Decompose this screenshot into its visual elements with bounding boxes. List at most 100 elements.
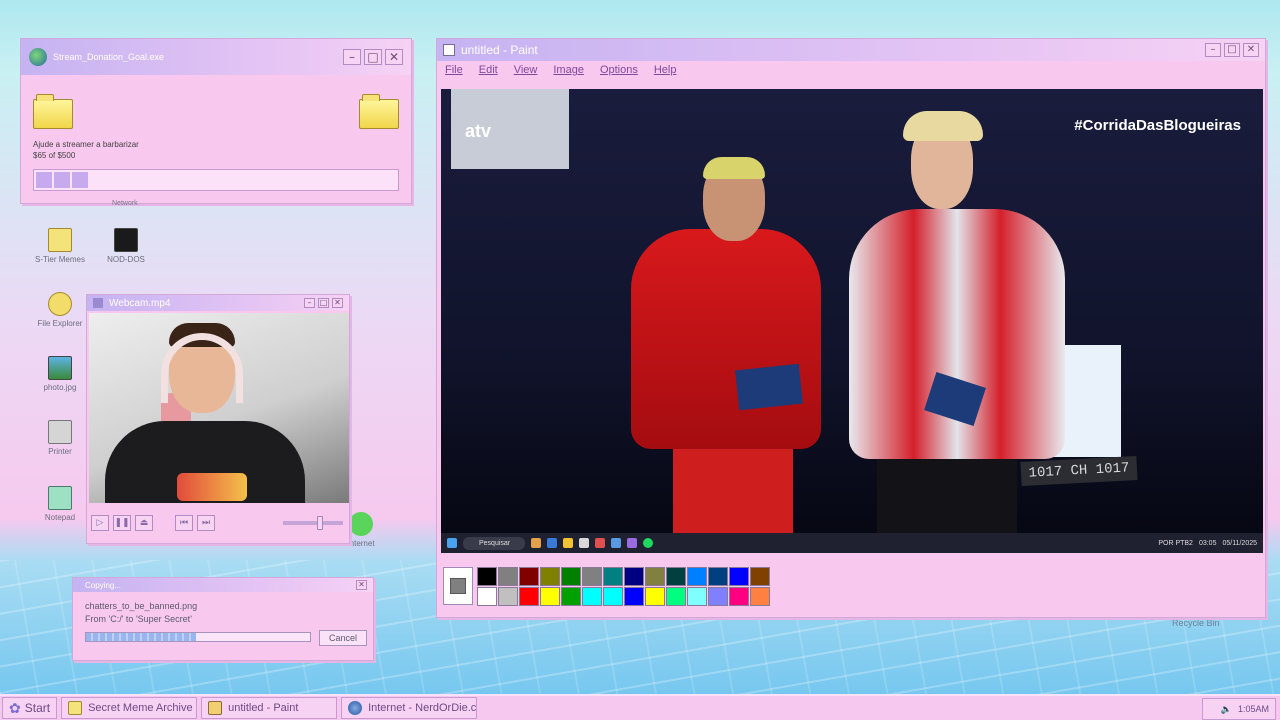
close-button[interactable]: ✕ (356, 580, 367, 590)
previous-button[interactable]: ⏮ (175, 515, 193, 531)
desktop-icon-label: Internet (347, 539, 375, 548)
color-swatch[interactable] (477, 587, 497, 606)
network-icon-label: Network (112, 200, 138, 207)
maximize-button[interactable]: □ (318, 298, 329, 308)
donation-progress-bar (33, 169, 399, 191)
stage-plate-text: 1017 CH 1017 (1028, 460, 1130, 482)
start-button[interactable]: ✿ Start (2, 697, 58, 719)
color-swatch[interactable] (582, 567, 602, 586)
color-swatch[interactable] (540, 567, 560, 586)
current-color[interactable] (443, 567, 473, 605)
color-swatch[interactable] (645, 567, 665, 586)
color-swatch[interactable] (561, 587, 581, 606)
color-swatch[interactable] (687, 587, 707, 606)
task-internet[interactable]: Internet - NerdOrDie.com (341, 697, 478, 719)
taskbar-app-icon (563, 538, 573, 548)
color-swatch[interactable] (729, 567, 749, 586)
color-swatch[interactable] (666, 587, 686, 606)
desktop-icon-s-tier-memes[interactable]: S-Tier Memes (29, 228, 91, 264)
desktop-icon-label: S-Tier Memes (35, 255, 85, 264)
pause-button[interactable]: ❚❚ (113, 515, 131, 531)
desktop-icon-nod-dos[interactable]: NOD-DOS (95, 228, 157, 264)
maximize-button[interactable]: □ (364, 49, 382, 65)
host-right-jacket (849, 209, 1065, 459)
volume-slider[interactable] (283, 516, 343, 530)
menu-edit[interactable]: Edit (479, 64, 498, 76)
color-swatch[interactable] (498, 587, 518, 606)
taskbar-app-icon (627, 538, 637, 548)
webcam-titlebar[interactable]: Webcam.mp4 – □ ✕ (87, 295, 349, 311)
color-swatch[interactable] (582, 587, 602, 606)
notepad-icon (48, 486, 72, 510)
desktop-icon-printer[interactable]: Printer (29, 420, 91, 456)
color-swatch[interactable] (750, 567, 770, 586)
taskbar-app-icon (547, 538, 557, 548)
donation-progress-segment (36, 172, 52, 188)
color-swatch[interactable] (477, 567, 497, 586)
color-swatch[interactable] (729, 587, 749, 606)
color-swatch[interactable] (603, 567, 623, 586)
desktop-icon-photo[interactable]: photo.jpg (29, 356, 91, 392)
color-swatch[interactable] (750, 587, 770, 606)
desktop-icon-label: File Explorer (37, 319, 83, 328)
copy-route: From 'C:/' to 'Super Secret' (85, 614, 192, 624)
next-button[interactable]: ⏭ (197, 515, 215, 531)
close-button[interactable]: ✕ (385, 49, 403, 65)
color-swatch[interactable] (519, 587, 539, 606)
maximize-button[interactable]: □ (1224, 43, 1240, 57)
volume-icon[interactable]: 🔈 (1221, 704, 1232, 715)
paint-titlebar[interactable]: untitled - Paint – □ ✕ (437, 39, 1265, 61)
color-swatch[interactable] (687, 567, 707, 586)
minimize-button[interactable]: – (304, 298, 315, 308)
desktop-icon-label: Notepad (44, 513, 76, 522)
donation-amount: $65 of $500 (33, 151, 76, 160)
copy-details: chatters_to_be_banned.png From 'C:/' to … (85, 600, 197, 626)
desktop-icon-file-explorer[interactable]: File Explorer (29, 292, 91, 328)
task-secret-meme-archive[interactable]: Secret Meme Archive (61, 697, 198, 719)
minimize-button[interactable]: – (1205, 43, 1221, 57)
color-swatch[interactable] (540, 587, 560, 606)
copying-dialog: Copying... ✕ chatters_to_be_banned.png F… (72, 577, 374, 661)
embedded-tray-time: 03:05 (1198, 539, 1217, 547)
minimize-button[interactable]: – (343, 49, 361, 65)
color-swatch[interactable] (603, 587, 623, 606)
color-swatch[interactable] (666, 567, 686, 586)
color-swatch[interactable] (519, 567, 539, 586)
color-swatch[interactable] (645, 587, 665, 606)
copying-titlebar[interactable]: Copying... ✕ (73, 578, 373, 592)
donation-progress-segment (54, 172, 70, 188)
menu-image[interactable]: Image (553, 64, 584, 76)
host-left-hair (703, 157, 765, 179)
menu-help[interactable]: Help (654, 64, 677, 76)
host-card (735, 363, 803, 411)
color-swatch[interactable] (708, 567, 728, 586)
menu-view[interactable]: View (514, 64, 538, 76)
cancel-button[interactable]: Cancel (319, 630, 367, 646)
menu-file[interactable]: File (445, 64, 463, 76)
color-swatch[interactable] (624, 567, 644, 586)
eject-button[interactable]: ⏏ (135, 515, 153, 531)
close-button[interactable]: ✕ (332, 298, 343, 308)
color-swatch[interactable] (708, 587, 728, 606)
desktop-icon-label: NOD-DOS (107, 255, 145, 264)
volume-slider-knob[interactable] (317, 516, 323, 530)
desktop-icon-notepad[interactable]: Notepad (29, 486, 91, 522)
paint-canvas[interactable]: atv #CorridaDasBlogueiras 1017 CH 1017 P… (441, 89, 1263, 553)
play-button[interactable]: ▷ (91, 515, 109, 531)
paint-menubar: File Edit View Image Options Help (437, 61, 1265, 79)
task-label: Secret Meme Archive (88, 702, 193, 714)
copy-progress-bar (85, 632, 311, 642)
desktop-icon-recycle-bin[interactable]: Recycle Bin (1172, 618, 1220, 628)
color-swatch[interactable] (561, 567, 581, 586)
embedded-tray-language: POR PTB2 (1158, 539, 1193, 547)
start-icon: ✿ (9, 699, 21, 716)
task-paint[interactable]: untitled - Paint (201, 697, 338, 719)
color-swatch[interactable] (498, 567, 518, 586)
close-button[interactable]: ✕ (1243, 43, 1259, 57)
window-title: Stream_Donation_Goal.exe (53, 52, 165, 62)
color-swatch[interactable] (624, 587, 644, 606)
menu-options[interactable]: Options (600, 64, 638, 76)
current-color-swatch (450, 578, 466, 594)
open-folder-icon (359, 94, 399, 129)
donation-titlebar[interactable]: Stream_Donation_Goal.exe – □ ✕ (21, 39, 411, 75)
